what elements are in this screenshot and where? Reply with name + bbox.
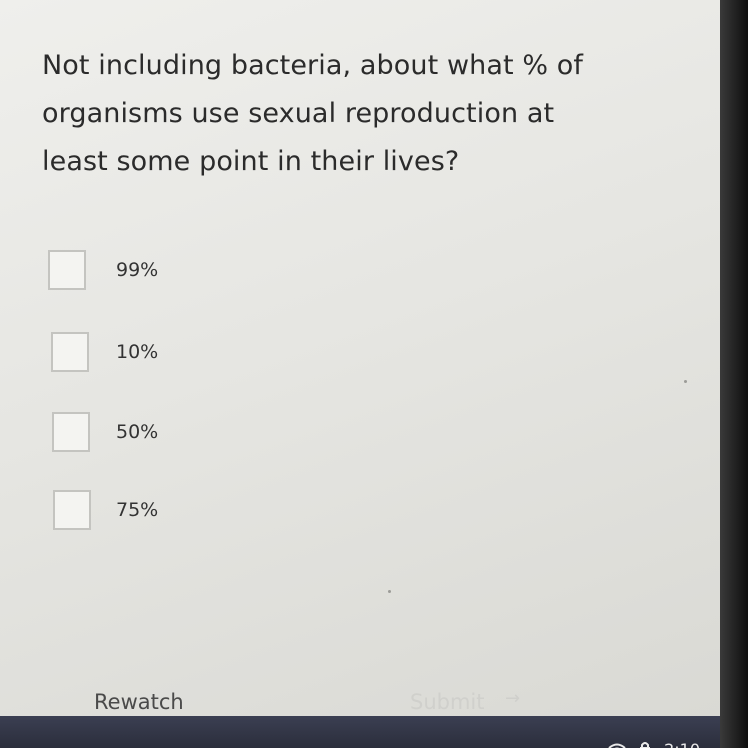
option-label: 10%	[116, 341, 159, 363]
option-label: 99%	[116, 259, 159, 281]
option-checkbox[interactable]	[52, 412, 90, 452]
monitor-bezel	[720, 0, 748, 748]
option-75[interactable]: 75%	[48, 490, 348, 534]
option-checkbox[interactable]	[51, 332, 89, 372]
screen-speck	[388, 590, 391, 593]
option-label: 75%	[116, 499, 159, 521]
option-50[interactable]: 50%	[48, 412, 348, 456]
question-line-2: organisms use sexual reproduction at	[42, 98, 555, 129]
submit-button[interactable]: Submit	[410, 690, 485, 714]
wifi-icon[interactable]	[608, 740, 631, 748]
option-99[interactable]: 99%	[48, 250, 348, 294]
question-line-3: least some point in their lives?	[42, 146, 460, 177]
rewatch-button[interactable]: Rewatch	[94, 690, 184, 714]
screen-speck	[684, 380, 687, 383]
question-text: Not including bacteria, about what % of …	[42, 42, 642, 186]
clock-time[interactable]: 2:10	[664, 740, 700, 748]
option-label: 50%	[116, 421, 159, 443]
question-line-1: Not including bacteria, about what % of	[42, 50, 584, 81]
lock-icon[interactable]	[639, 740, 656, 748]
option-checkbox[interactable]	[53, 490, 91, 530]
taskbar: 2:10	[0, 716, 720, 748]
photo-frame: Not including bacteria, about what % of …	[0, 0, 748, 748]
option-10[interactable]: 10%	[48, 332, 348, 376]
option-checkbox[interactable]	[48, 250, 86, 290]
arrow-right-icon: →	[505, 688, 521, 709]
quiz-screen: Not including bacteria, about what % of …	[0, 0, 722, 718]
system-tray: 2:10	[600, 740, 700, 748]
